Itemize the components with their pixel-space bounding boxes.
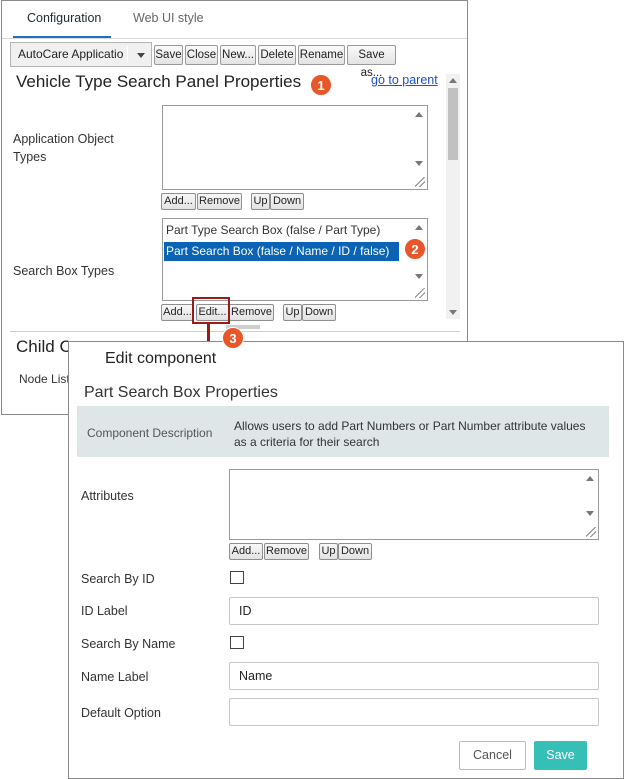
attr-remove-button[interactable]: Remove (264, 543, 309, 560)
edit-component-dialog: Edit component Part Search Box Propertie… (68, 341, 624, 779)
edit-button-highlight (192, 297, 230, 324)
chevron-down-icon (137, 53, 145, 58)
save-button[interactable]: Save (154, 45, 183, 65)
component-description-label: Component Description (87, 426, 213, 440)
tab-web-ui-style[interactable]: Web UI style (133, 11, 204, 25)
list-item-selected[interactable]: Part Search Box (false / Name / ID / fal… (164, 242, 399, 261)
sbt-add-button[interactable]: Add... (161, 304, 194, 321)
attr-down-button[interactable]: Down (338, 543, 372, 560)
configuration-select[interactable]: AutoCare Applicatio (10, 42, 152, 67)
default-option-input[interactable] (229, 698, 599, 726)
attributes-label: Attributes (81, 489, 134, 503)
aot-down-button[interactable]: Down (270, 193, 304, 210)
close-button[interactable]: Close (185, 45, 218, 65)
id-label-input[interactable]: ID (229, 597, 599, 625)
component-description-text: Allows users to add Part Numbers or Part… (234, 419, 586, 449)
save-as-button[interactable]: Save as... (347, 45, 396, 79)
default-option-label: Default Option (81, 706, 161, 720)
tab-divider (2, 38, 467, 39)
child-components-title: Child C (16, 337, 72, 356)
step-badge-3: 3 (222, 327, 244, 349)
attributes-list[interactable] (229, 469, 599, 540)
scroll-up-icon[interactable] (449, 78, 457, 83)
configuration-select-value: AutoCare Applicatio (18, 47, 124, 61)
tab-configuration[interactable]: Configuration (27, 11, 101, 25)
panel-scrollbar[interactable] (446, 74, 460, 319)
rename-button[interactable]: Rename (298, 45, 345, 65)
scroll-up-icon[interactable] (415, 112, 423, 117)
name-label-label: Name Label (81, 670, 149, 684)
step-badge-1: 1 (310, 74, 332, 96)
application-object-types-list[interactable] (162, 105, 428, 190)
search-by-name-label: Search By Name (81, 637, 176, 651)
attr-add-button[interactable]: Add... (229, 543, 263, 560)
scroll-down-icon[interactable] (415, 161, 423, 166)
aot-remove-button[interactable]: Remove (197, 193, 242, 210)
go-to-parent-link[interactable]: go to parent (371, 73, 438, 87)
attr-up-button[interactable]: Up (319, 543, 338, 560)
delete-button[interactable]: Delete (258, 45, 296, 65)
dialog-save-button[interactable]: Save (534, 741, 587, 770)
dialog-subtitle: Part Search Box Properties (84, 384, 278, 401)
component-description-row: Component Description Allows users to ad… (77, 406, 609, 457)
scroll-down-icon[interactable] (415, 274, 423, 279)
sbt-remove-button[interactable]: Remove (229, 304, 274, 321)
new-button[interactable]: New... (220, 45, 256, 65)
resize-grip-icon[interactable] (586, 527, 596, 537)
name-label-input[interactable]: Name (229, 662, 599, 690)
resize-grip-icon[interactable] (415, 177, 425, 187)
scroll-down-icon[interactable] (449, 310, 457, 315)
cancel-button[interactable]: Cancel (459, 741, 526, 770)
sbt-down-button[interactable]: Down (302, 304, 336, 321)
scroll-down-icon[interactable] (586, 511, 594, 516)
search-box-types-label: Search Box Types (13, 264, 115, 278)
search-box-types-list[interactable]: Part Type Search Box (false / Part Type)… (162, 218, 428, 301)
aot-add-button[interactable]: Add... (161, 193, 196, 210)
search-by-id-checkbox[interactable] (230, 571, 244, 584)
scroll-up-icon[interactable] (586, 476, 594, 481)
search-by-name-checkbox[interactable] (230, 636, 244, 649)
sbt-up-button[interactable]: Up (283, 304, 302, 321)
dialog-title: Edit component (105, 350, 217, 367)
step-badge-2: 2 (404, 238, 426, 260)
application-object-types-label: Application Object Types (13, 132, 114, 164)
panel-title: Vehicle Type Search Panel Properties (16, 72, 302, 91)
search-by-id-label: Search By ID (81, 572, 155, 586)
node-list-label: Node List (19, 372, 70, 386)
id-label-label: ID Label (81, 604, 128, 618)
scroll-up-icon[interactable] (415, 225, 423, 230)
aot-up-button[interactable]: Up (251, 193, 270, 210)
scrollbar-thumb[interactable] (448, 88, 458, 160)
resize-grip-icon[interactable] (415, 288, 425, 298)
list-item[interactable]: Part Type Search Box (false / Part Type) (164, 221, 380, 240)
